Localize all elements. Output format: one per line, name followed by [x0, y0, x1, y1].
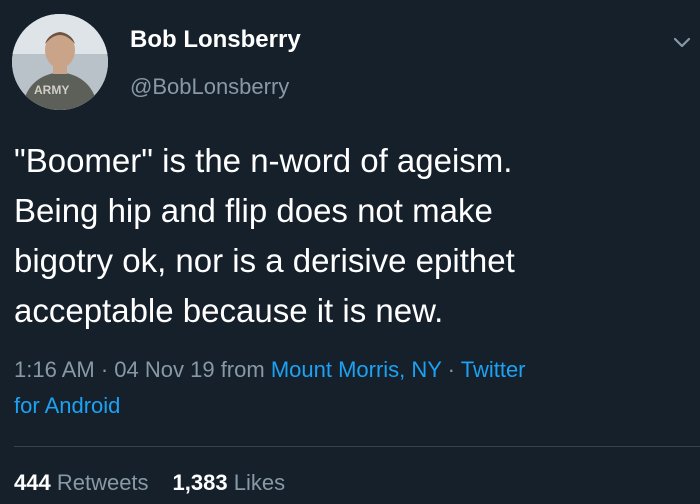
- tweet-text-line: Being hip and flip does not make: [14, 192, 493, 229]
- avatar-photo: ARMY: [12, 14, 108, 110]
- likes-label[interactable]: Likes: [228, 470, 285, 495]
- tweet-text-line: bigotry ok, nor is a derisive epithet: [14, 242, 515, 279]
- chevron-down-icon[interactable]: [670, 30, 694, 54]
- avatar-shirt-text: ARMY: [34, 83, 69, 97]
- tweet-meta: 1:16 AM · 04 Nov 19 from Mount Morris, N…: [14, 352, 684, 424]
- divider: [14, 446, 700, 447]
- tweet-date[interactable]: 04 Nov 19: [114, 357, 214, 382]
- tweet-meta-row: for Android: [14, 388, 684, 424]
- retweets-label[interactable]: Retweets: [51, 470, 149, 495]
- tweet-text: "Boomer" is the n-word of ageism. Being …: [14, 136, 694, 336]
- meta-separator: ·: [94, 357, 115, 382]
- likes-count[interactable]: 1,383: [173, 470, 228, 495]
- client-link[interactable]: Twitter: [461, 357, 526, 382]
- user-handle[interactable]: @BobLonsberry: [130, 74, 289, 100]
- tweet-text-line: acceptable because it is new.: [14, 292, 444, 329]
- tweet-stats: 444 Retweets 1,383 Likes: [14, 470, 285, 496]
- display-name[interactable]: Bob Lonsberry: [130, 26, 301, 54]
- retweets-count[interactable]: 444: [14, 470, 51, 495]
- from-label: from: [214, 357, 271, 382]
- location-link[interactable]: Mount Morris, NY: [271, 357, 442, 382]
- tweet-meta-row: 1:16 AM · 04 Nov 19 from Mount Morris, N…: [14, 352, 684, 388]
- avatar[interactable]: ARMY: [12, 14, 108, 110]
- tweet-time[interactable]: 1:16 AM: [14, 357, 95, 382]
- tweet-text-line: "Boomer" is the n-word of ageism.: [14, 142, 513, 179]
- tweet-card: ARMY Bob Lonsberry @BobLonsberry "Boomer…: [0, 0, 700, 504]
- client-link-continued[interactable]: for Android: [14, 393, 120, 418]
- meta-separator: ·: [441, 357, 461, 382]
